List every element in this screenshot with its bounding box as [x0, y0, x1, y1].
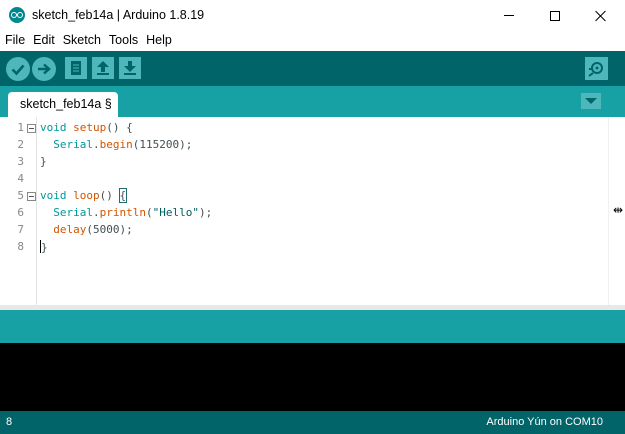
tab-strip: sketch_feb14a §: [0, 86, 625, 117]
tab-label: sketch_feb14a §: [20, 97, 112, 111]
line-number: 6: [17, 206, 24, 219]
status-bar: 8 Arduino Yún on COM10: [0, 411, 625, 434]
code-line[interactable]: Serial.println("Hello");: [40, 206, 212, 219]
serial-monitor-icon: [588, 62, 603, 77]
menu-file[interactable]: File: [0, 31, 28, 51]
code-line[interactable]: Serial.begin(115200);: [40, 138, 192, 151]
verify-button[interactable]: [6, 57, 30, 81]
tab-sketch[interactable]: sketch_feb14a §: [8, 92, 118, 117]
code-line[interactable]: void loop() {: [40, 188, 128, 203]
line-number: 7: [17, 223, 24, 236]
code-token: .: [93, 206, 100, 219]
code-token: }: [41, 241, 48, 254]
maximize-icon: [550, 10, 560, 21]
new-icon: [71, 61, 81, 75]
console-output[interactable]: [0, 343, 625, 411]
open-button[interactable]: [92, 57, 114, 79]
toolbar: [0, 51, 625, 86]
code-token: }: [40, 155, 47, 168]
menu-sketch[interactable]: Sketch: [58, 31, 104, 51]
code-token: "Hello": [152, 206, 199, 219]
code-token: begin: [99, 138, 133, 151]
verify-icon: [11, 64, 25, 76]
resize-cursor-icon: ⇹: [613, 203, 624, 217]
save-button[interactable]: [119, 57, 141, 79]
line-number: 8: [17, 240, 24, 253]
menu-edit[interactable]: Edit: [28, 31, 58, 51]
code-token: Serial: [53, 138, 93, 151]
save-icon: [124, 61, 136, 75]
code-token: setup: [73, 121, 107, 134]
line-gutter: 1 2 3 4 5 6 7 8: [0, 117, 37, 305]
minimize-button[interactable]: [486, 0, 532, 31]
upload-button[interactable]: [32, 57, 56, 81]
minimize-icon: [504, 15, 514, 16]
line-number: 1: [17, 121, 24, 134]
fold-toggle-icon[interactable]: [27, 192, 36, 201]
code-editor[interactable]: 1 2 3 4 5 6 7 8 void setup() { Serial.be…: [0, 117, 625, 305]
status-line-number: 8: [6, 416, 13, 428]
fold-toggle-icon[interactable]: [27, 124, 36, 133]
status-board-port: Arduino Yún on COM10: [486, 416, 603, 428]
upload-icon: [38, 63, 51, 75]
arduino-logo-icon: [9, 7, 25, 23]
tab-menu-button[interactable]: [581, 93, 601, 109]
close-icon: [595, 10, 607, 22]
line-number: 2: [17, 138, 24, 151]
message-area: [0, 310, 625, 343]
code-token: );: [198, 206, 213, 219]
window-title: sketch_feb14a | Arduino 1.8.19: [32, 8, 205, 22]
code-token: (5000);: [86, 223, 133, 236]
code-token: println: [99, 206, 146, 219]
serial-monitor-button[interactable]: [585, 57, 608, 80]
code-line[interactable]: }: [40, 155, 47, 168]
code-token: delay: [53, 223, 87, 236]
line-number: 4: [17, 172, 24, 185]
code-token: loop: [73, 189, 100, 202]
open-icon: [97, 61, 109, 75]
code-token: void: [40, 121, 67, 134]
code-token: Serial: [53, 206, 93, 219]
code-line[interactable]: delay(5000);: [40, 223, 133, 236]
code-token: (): [99, 189, 120, 202]
line-number: 5: [17, 189, 24, 202]
code-token: .: [93, 138, 100, 151]
code-token: () {: [106, 121, 133, 134]
maximize-button[interactable]: [532, 0, 578, 31]
code-token: {: [118, 188, 128, 203]
code-line[interactable]: }: [40, 240, 48, 254]
menu-bar: File Edit Sketch Tools Help: [0, 31, 625, 51]
title-bar: sketch_feb14a | Arduino 1.8.19: [0, 0, 625, 31]
new-button[interactable]: [65, 57, 87, 79]
code-token: (115200);: [132, 138, 193, 151]
code-token: void: [40, 189, 67, 202]
close-button[interactable]: [578, 0, 624, 31]
menu-tools[interactable]: Tools: [104, 31, 141, 51]
code-line[interactable]: void setup() {: [40, 121, 133, 134]
code-token: (: [145, 206, 153, 219]
menu-help[interactable]: Help: [141, 31, 175, 51]
line-number: 3: [17, 155, 24, 168]
